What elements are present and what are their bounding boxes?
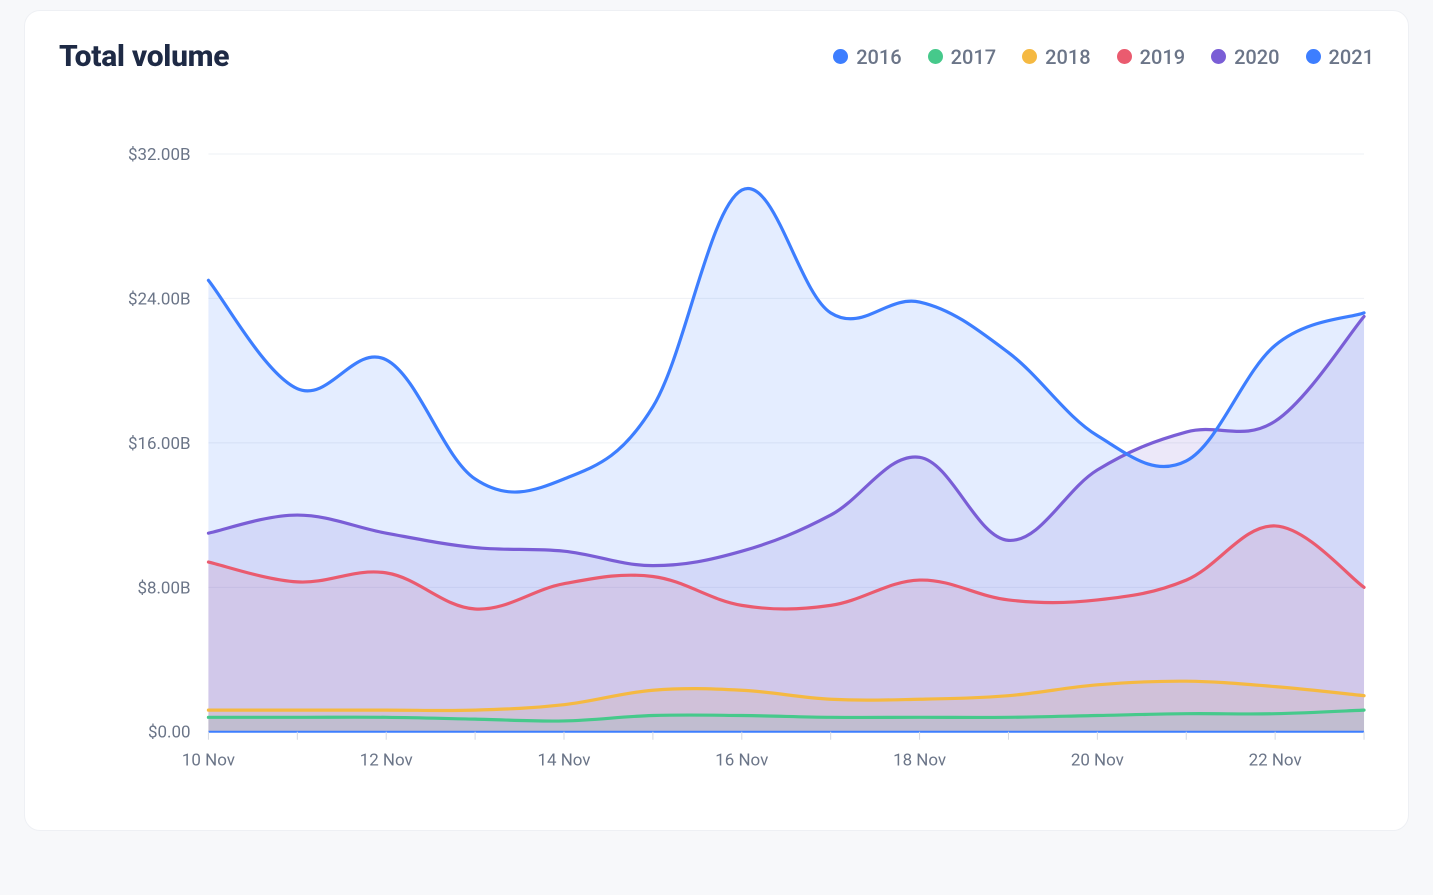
- legend-item[interactable]: 2020: [1211, 45, 1279, 69]
- x-tick-label: 16 Nov: [715, 751, 768, 771]
- legend-dot-icon: [1022, 49, 1037, 64]
- chart-header: Total volume 2016 2017 2018 2019 2020 2021: [59, 39, 1374, 74]
- y-tick-label: $32.00B: [128, 145, 191, 165]
- legend-label: 2018: [1045, 45, 1090, 69]
- chart-title: Total volume: [59, 39, 229, 74]
- chart-svg: $0.00 $8.00B $16.00B $24.00B $32.00B 10 Nov 12…: [59, 144, 1374, 802]
- x-tick-label: 12 Nov: [360, 751, 413, 771]
- x-tick-label: 18 Nov: [893, 751, 946, 771]
- x-tick-label: 14 Nov: [537, 751, 590, 771]
- legend-dot-icon: [833, 49, 848, 64]
- legend-label: 2016: [856, 45, 901, 69]
- legend-label: 2021: [1329, 45, 1374, 69]
- y-tick-label: $0.00: [148, 723, 191, 743]
- legend-item[interactable]: 2016: [833, 45, 901, 69]
- y-tick-label: $16.00B: [128, 434, 191, 454]
- y-tick-label: $8.00B: [137, 578, 190, 598]
- legend-item[interactable]: 2018: [1022, 45, 1090, 69]
- legend-dot-icon: [1211, 49, 1226, 64]
- legend-label: 2019: [1140, 45, 1185, 69]
- legend-item[interactable]: 2019: [1117, 45, 1185, 69]
- chart-card: Total volume 2016 2017 2018 2019 2020 2021 $0…: [24, 10, 1409, 831]
- legend-label: 2017: [951, 45, 996, 69]
- legend-item[interactable]: 2017: [928, 45, 996, 69]
- legend-dot-icon: [1117, 49, 1132, 64]
- chart-plot-area: $0.00 $8.00B $16.00B $24.00B $32.00B 10 Nov 12…: [59, 144, 1374, 802]
- x-tick-label: 22 Nov: [1249, 751, 1302, 771]
- chart-legend: 2016 2017 2018 2019 2020 2021: [833, 45, 1374, 69]
- x-tick-label: 10 Nov: [182, 751, 235, 771]
- legend-label: 2020: [1234, 45, 1279, 69]
- legend-item[interactable]: 2021: [1306, 45, 1374, 69]
- legend-dot-icon: [928, 49, 943, 64]
- x-tick-label: 20 Nov: [1071, 751, 1124, 771]
- legend-dot-icon: [1306, 49, 1321, 64]
- y-tick-label: $24.00B: [128, 289, 191, 309]
